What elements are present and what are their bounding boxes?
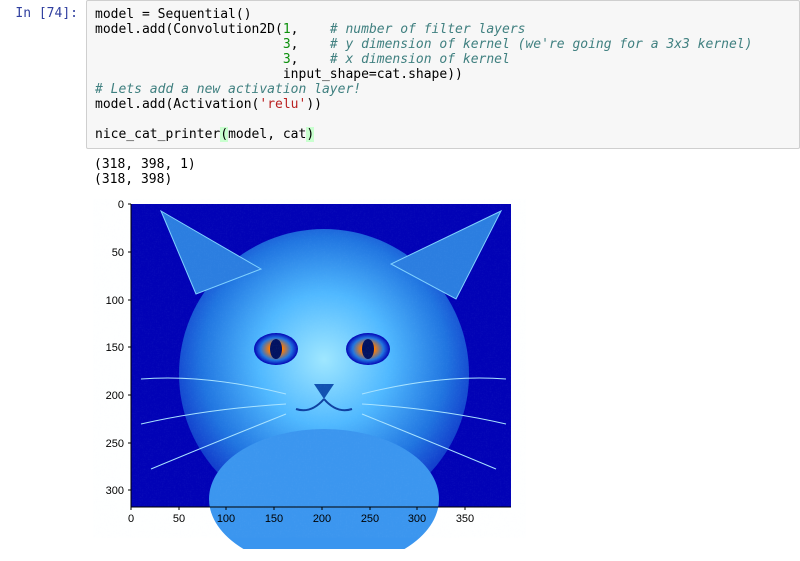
svg-text:300: 300 <box>408 513 426 525</box>
code-line: nice_cat_printer(model, cat) <box>95 127 314 142</box>
svg-text:250: 250 <box>106 438 124 450</box>
plot-image <box>131 204 511 549</box>
plot-svg: 0 50 100 150 200 250 300 0 50 100 150 20… <box>86 199 526 549</box>
svg-text:0: 0 <box>128 513 134 525</box>
svg-text:150: 150 <box>106 342 124 354</box>
svg-text:200: 200 <box>313 513 331 525</box>
code-line: # Lets add a new activation layer! <box>95 82 361 97</box>
cell-prompt: In [74]: <box>0 0 86 149</box>
svg-text:100: 100 <box>106 295 124 307</box>
output-prompt-spacer <box>0 153 86 191</box>
svg-text:50: 50 <box>112 247 124 259</box>
svg-text:0: 0 <box>118 199 124 211</box>
code-line: model = Sequential() <box>95 7 252 22</box>
svg-text:150: 150 <box>265 513 283 525</box>
output-line: (318, 398, 1) <box>94 157 196 172</box>
notebook-output-cell: (318, 398, 1) (318, 398) <box>0 153 800 191</box>
svg-text:300: 300 <box>106 485 124 497</box>
code-line: input_shape=cat.shape)) <box>95 67 463 82</box>
output-line: (318, 398) <box>94 172 172 187</box>
notebook-input-cell: In [74]: model = Sequential() model.add(… <box>0 0 800 149</box>
svg-text:100: 100 <box>217 513 235 525</box>
code-line: model.add(Activation('relu')) <box>95 97 322 112</box>
stdout-output: (318, 398, 1) (318, 398) <box>86 153 800 191</box>
code-line: 3, # y dimension of kernel (we're going … <box>95 37 752 52</box>
code-line: model.add(Convolution2D(1, # number of f… <box>95 22 525 37</box>
y-axis: 0 50 100 150 200 250 300 <box>106 199 131 507</box>
code-line: 3, # x dimension of kernel <box>95 52 510 67</box>
code-input[interactable]: model = Sequential() model.add(Convoluti… <box>86 0 800 149</box>
svg-text:250: 250 <box>361 513 379 525</box>
svg-text:350: 350 <box>456 513 474 525</box>
svg-text:50: 50 <box>173 513 185 525</box>
svg-text:200: 200 <box>106 390 124 402</box>
matplotlib-figure: 0 50 100 150 200 250 300 0 50 100 150 20… <box>86 199 526 549</box>
